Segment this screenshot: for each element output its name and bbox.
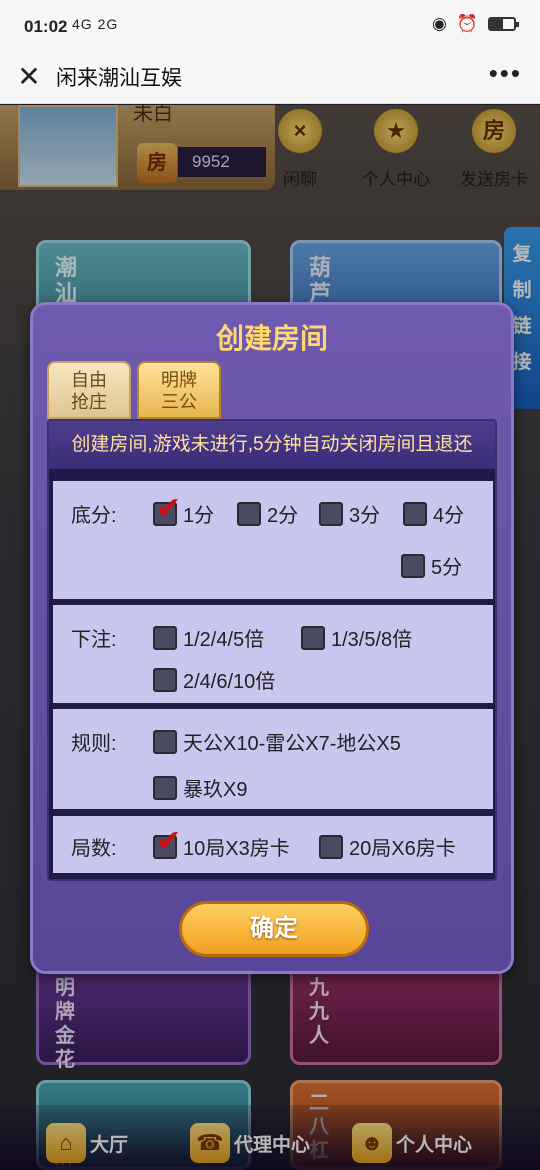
section-rounds: 局数: ✔ 10局X3房卡 20局X6房卡 <box>53 816 493 873</box>
status-bar: 01:02 4G 2G ◉ ⏰ <box>0 0 540 56</box>
tab-free-banker[interactable]: 自由 抢庄 <box>47 361 131 419</box>
score-option-5[interactable]: 5分 <box>401 551 462 580</box>
notice-text: 创建房间,游戏未进行,5分钟自动关闭房间且退还 <box>49 421 495 469</box>
checkbox[interactable] <box>301 625 325 650</box>
create-room-dialog: 创建房间 自由 抢庄 明牌 三公 创建房间,游戏未进行,5分钟自动关闭房间且退还… <box>30 302 514 974</box>
bet-option-2[interactable]: 1/3/5/8倍 <box>301 623 412 652</box>
signal-icon: 4G 2G <box>72 16 119 32</box>
tab-mingpai-sangong[interactable]: 明牌 三公 <box>137 361 221 419</box>
battery-fill <box>490 19 504 29</box>
alarm-icon: ⏰ <box>456 14 478 33</box>
check-icon: ✔ <box>156 824 182 858</box>
rule-option-1[interactable]: 天公X10-雷公X7-地公X5 <box>153 727 401 756</box>
option-label: 2/4/6/10倍 <box>183 671 276 693</box>
dialog-content: 创建房间,游戏未进行,5分钟自动关闭房间且退还 底分: ✔ 1分 2分 3分 4… <box>47 419 497 881</box>
checkbox[interactable] <box>153 625 177 650</box>
score-option-3[interactable]: 3分 <box>319 499 380 528</box>
status-time: 01:02 <box>24 17 68 36</box>
checkbox[interactable] <box>153 775 177 800</box>
option-label: 1分 <box>183 505 215 527</box>
checkbox[interactable] <box>319 834 343 859</box>
lock-icon: ◉ <box>431 14 447 33</box>
dialog-title: 创建房间 <box>215 323 328 354</box>
bet-label: 下注: <box>71 629 117 651</box>
title-bar: ✕ 闲来潮汕互娱 ••• <box>0 56 540 104</box>
section-base-score: 底分: ✔ 1分 2分 3分 4分 5分 <box>53 481 493 599</box>
checkbox[interactable]: ✔ <box>153 826 181 859</box>
score-option-4[interactable]: 4分 <box>403 499 464 528</box>
rounds-label: 局数: <box>71 838 117 860</box>
tab-label-line2: 抢庄 <box>71 392 107 412</box>
checkbox[interactable] <box>401 553 425 578</box>
rules-label: 规则: <box>71 733 117 755</box>
more-icon[interactable]: ••• <box>489 58 522 89</box>
option-label: 1/2/4/5倍 <box>183 629 265 651</box>
base-score-label: 底分: <box>71 505 117 527</box>
close-icon[interactable]: ✕ <box>14 62 44 92</box>
check-icon: ✔ <box>156 491 182 525</box>
checkbox[interactable] <box>237 501 261 526</box>
rounds-option-2[interactable]: 20局X6房卡 <box>319 832 456 861</box>
battery-icon <box>488 17 519 31</box>
page-title: 闲来潮汕互娱 <box>56 67 182 90</box>
bet-option-1[interactable]: 1/2/4/5倍 <box>153 623 264 652</box>
status-icons: ◉ ⏰ <box>431 14 519 34</box>
option-label: 2分 <box>267 505 299 527</box>
option-label: 天公X10-雷公X7-地公X5 <box>183 733 401 755</box>
bet-option-3[interactable]: 2/4/6/10倍 <box>153 665 275 694</box>
rounds-option-1[interactable]: ✔ 10局X3房卡 <box>153 826 290 861</box>
option-label: 20局X6房卡 <box>349 838 456 860</box>
option-label: 10局X3房卡 <box>183 838 290 860</box>
tab-label-line1: 自由 <box>71 370 107 390</box>
option-label: 4分 <box>433 505 465 527</box>
score-option-2[interactable]: 2分 <box>237 499 298 528</box>
section-rules: 规则: 天公X10-雷公X7-地公X5 暴玖X9 <box>53 709 493 809</box>
checkbox[interactable] <box>403 501 427 526</box>
section-bet: 下注: 1/2/4/5倍 1/3/5/8倍 2/4/6/10倍 <box>53 605 493 703</box>
tab-label-line2: 三公 <box>161 392 197 412</box>
checkbox[interactable] <box>153 667 177 692</box>
checkbox[interactable] <box>319 501 343 526</box>
score-option-1[interactable]: ✔ 1分 <box>153 493 215 528</box>
option-label: 暴玖X9 <box>183 779 248 801</box>
confirm-button[interactable]: 确定 <box>179 901 369 957</box>
option-label: 5分 <box>431 557 463 579</box>
rule-option-2[interactable]: 暴玖X9 <box>153 773 247 802</box>
option-label: 1/3/5/8倍 <box>331 629 413 651</box>
checkbox[interactable]: ✔ <box>153 493 181 526</box>
option-label: 3分 <box>349 505 381 527</box>
checkbox[interactable] <box>153 729 177 754</box>
tab-label-line1: 明牌 <box>161 370 197 390</box>
